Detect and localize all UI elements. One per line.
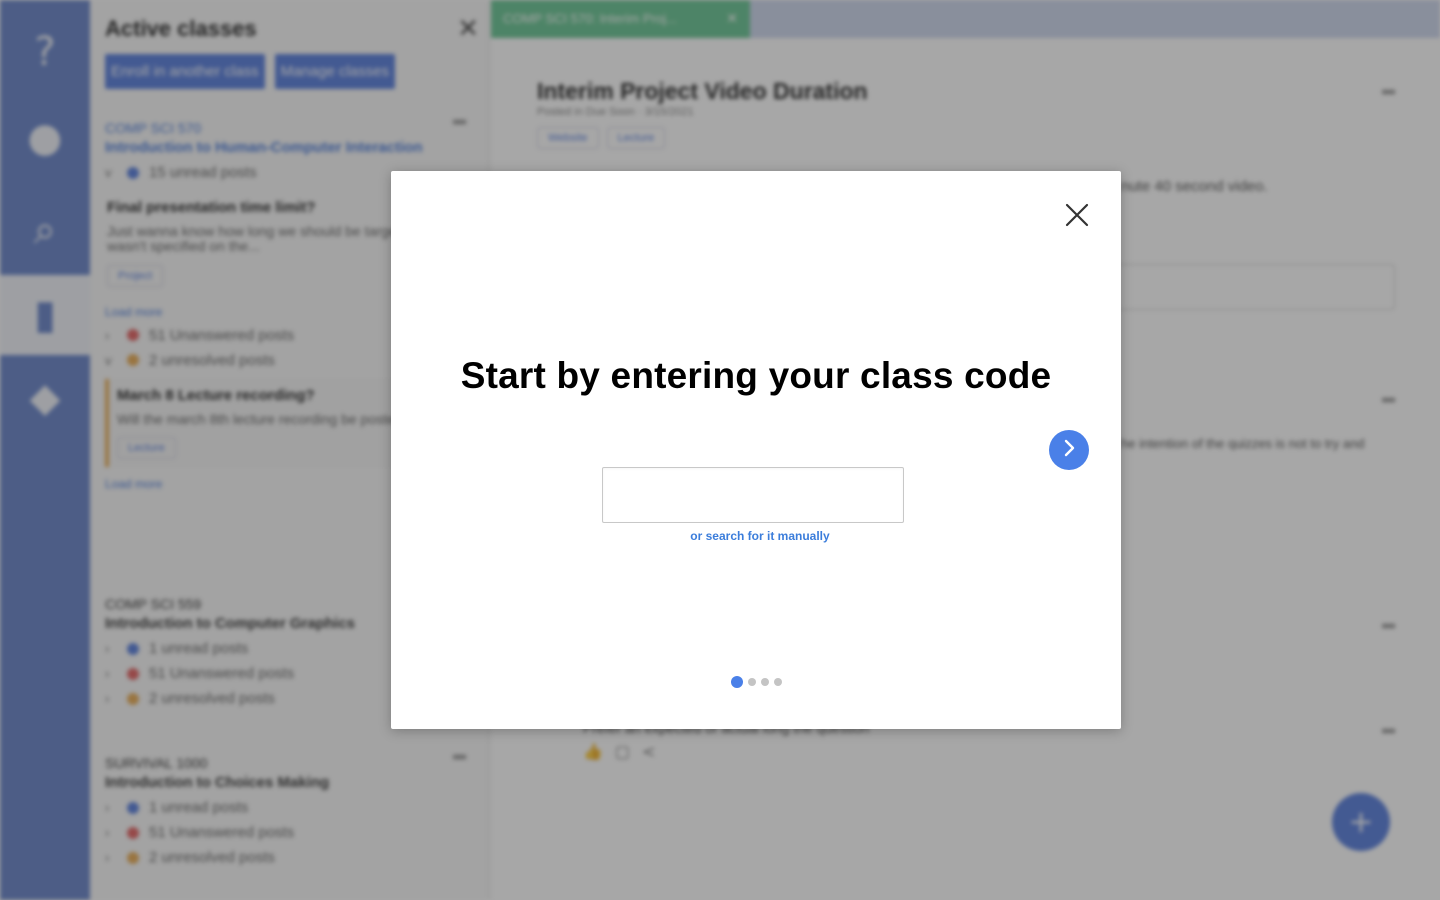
class-code-input[interactable]: [602, 467, 904, 523]
step-dot: [748, 678, 756, 686]
join-class-dialog: Start by entering your class code or sea…: [391, 171, 1121, 729]
step-indicator: [731, 676, 782, 688]
close-icon[interactable]: [1063, 201, 1091, 229]
chevron-right-icon: [1061, 439, 1077, 462]
step-dot: [774, 678, 782, 686]
next-button[interactable]: [1049, 430, 1089, 470]
step-dot: [761, 678, 769, 686]
search-manually-link[interactable]: or search for it manually: [391, 529, 1121, 543]
dialog-title: Start by entering your class code: [460, 355, 1052, 396]
step-dot-active: [731, 676, 743, 688]
